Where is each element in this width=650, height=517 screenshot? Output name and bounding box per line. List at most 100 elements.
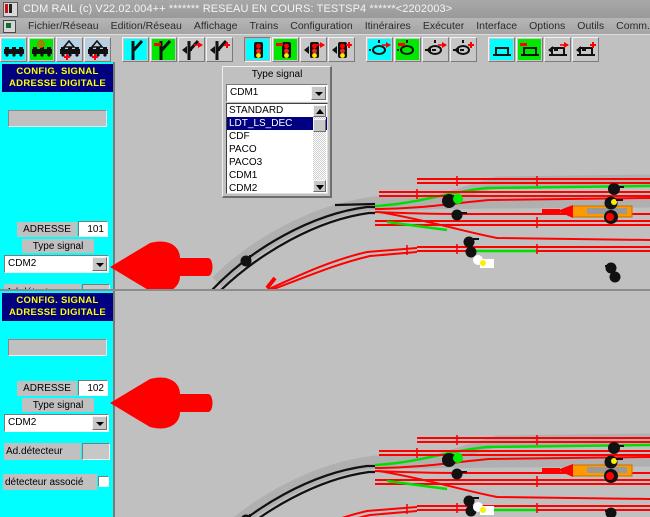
type-signal-option[interactable]: STANDARD [227, 104, 327, 117]
button-face [424, 38, 447, 60]
signal-name-field-1[interactable] [8, 110, 107, 127]
menu-item-comm-ip[interactable]: Comm./IP [610, 19, 650, 33]
type-signal-dropdown-popup[interactable]: Type signal CDM1 STANDARD LDT_LS_DEC CDF PA… [222, 66, 332, 198]
detector-move2-icon[interactable] [450, 36, 477, 62]
train-detect-add-icon[interactable] [84, 36, 111, 62]
track-diagram-1 [211, 174, 650, 290]
menu-bar: Fichier/Réseau Edition/Réseau Affichage … [0, 18, 650, 34]
chevron-down-icon[interactable] [311, 86, 326, 100]
type-signal-option[interactable]: PACO3 [227, 156, 327, 169]
separator-1 [112, 37, 121, 62]
platform-move2-icon[interactable] [572, 36, 599, 62]
type-signal-popup-combo[interactable]: CDM1 [226, 84, 328, 102]
button-face [302, 38, 325, 60]
menu-item-trains[interactable]: Trains [243, 19, 284, 33]
button-face [208, 38, 231, 60]
sidebar-title-2: CONFIG. SIGNAL ADRESSE DIGITALE [2, 293, 113, 321]
scroll-up-arrow[interactable] [313, 105, 326, 117]
separator-2 [234, 37, 243, 62]
type-signal-combo-1[interactable]: CDM2 [4, 255, 109, 273]
detector-edit-icon[interactable] [394, 36, 421, 62]
detector-address-field-2[interactable] [82, 443, 110, 460]
switch-edit-icon[interactable] [150, 36, 177, 62]
train-edit-icon[interactable] [28, 36, 55, 62]
type-signal-combo-value-2: CDM2 [8, 417, 37, 428]
button-face [180, 38, 203, 60]
signal-move-icon[interactable] [300, 36, 327, 62]
platform-place-icon[interactable] [488, 36, 515, 62]
separator-4 [478, 37, 487, 62]
type-signal-popup-value: CDM1 [230, 87, 259, 98]
title-bar: CDM RAIL (c) V22.02.004++ ******* RESEAU… [0, 0, 650, 18]
menu-item-fichier-reseau[interactable]: Fichier/Réseau [22, 19, 105, 33]
sidebar-title-line1: CONFIG. SIGNAL [16, 66, 99, 77]
track-canvas-1[interactable] [117, 62, 650, 290]
type-signal-combo-value-1: CDM2 [8, 258, 37, 269]
type-signal-option[interactable]: CDM2 [227, 182, 327, 193]
platform-move-icon[interactable] [544, 36, 571, 62]
type-signal-list-scrollbar[interactable] [313, 105, 326, 192]
switch-move-icon[interactable] [178, 36, 205, 62]
network-panel-2: CONFIG. SIGNAL ADRESSE DIGITALE ADRESSE … [0, 291, 650, 517]
menu-item-affichage[interactable]: Affichage [188, 19, 244, 33]
type-signal-popup-caption: Type signal [251, 69, 303, 80]
menu-app-icon [3, 19, 16, 33]
scrollbar-thumb[interactable] [313, 119, 326, 132]
scroll-down-arrow[interactable] [313, 180, 326, 192]
track-canvas-2[interactable] [117, 291, 650, 517]
button-face [274, 38, 297, 60]
menu-item-configuration[interactable]: Configuration [284, 19, 358, 33]
associated-detector-label-2: détecteur associé [3, 474, 97, 490]
train-place-icon[interactable] [0, 36, 27, 62]
address-field-2[interactable]: 102 [78, 380, 108, 396]
signal-name-field-2[interactable] [8, 339, 107, 356]
type-signal-option[interactable]: PACO [227, 143, 327, 156]
menu-item-edition-reseau[interactable]: Edition/Réseau [105, 19, 188, 33]
detector-move-icon[interactable] [422, 36, 449, 62]
address-label-2: ADRESSE [17, 381, 77, 396]
signal-move2-icon[interactable] [328, 36, 355, 62]
chevron-down-icon[interactable] [92, 257, 107, 271]
app-icon [3, 1, 18, 17]
address-field-1[interactable]: 101 [78, 221, 108, 237]
button-face [452, 38, 475, 60]
associated-detector-checkbox-2[interactable] [98, 476, 109, 487]
sidebar-title-line2: ADRESSE DIGITALE [9, 307, 106, 318]
address-label-1: ADRESSE [17, 222, 77, 237]
type-signal-option[interactable]: CDM1 [227, 169, 327, 182]
sidebar-title-line1: CONFIG. SIGNAL [16, 295, 99, 306]
separator-3 [356, 37, 365, 62]
type-signal-label-1: Type signal [22, 239, 94, 253]
button-face [574, 38, 597, 60]
menu-item-interface[interactable]: Interface [470, 19, 523, 33]
button-face [368, 38, 391, 60]
button-face [152, 38, 175, 60]
type-signal-option[interactable]: CDF [227, 130, 327, 143]
signal-config-sidebar-2: CONFIG. SIGNAL ADRESSE DIGITALE ADRESSE … [0, 291, 115, 517]
type-signal-label-2: Type signal [22, 398, 94, 412]
sidebar-title-line2: ADRESSE DIGITALE [9, 78, 106, 89]
button-face [396, 38, 419, 60]
signal-place-icon[interactable] [244, 36, 271, 62]
menu-item-options[interactable]: Options [523, 19, 571, 33]
type-signal-option[interactable]: LDT_LS_DEC [227, 117, 327, 130]
button-face [86, 38, 109, 60]
switch-move2-icon[interactable] [206, 36, 233, 62]
button-face [330, 38, 353, 60]
type-signal-combo-2[interactable]: CDM2 [4, 414, 109, 432]
menu-item-outils[interactable]: Outils [571, 19, 610, 33]
button-face [2, 38, 25, 60]
menu-item-executer[interactable]: Exécuter [417, 19, 470, 33]
switch-place-icon[interactable] [122, 36, 149, 62]
button-face [58, 38, 81, 60]
chevron-down-icon[interactable] [92, 416, 107, 430]
sidebar-title-1: CONFIG. SIGNAL ADRESSE DIGITALE [2, 64, 113, 92]
detector-place-icon[interactable] [366, 36, 393, 62]
track-diagram-2 [234, 433, 650, 517]
platform-edit-icon[interactable] [516, 36, 543, 62]
signal-edit-icon[interactable] [272, 36, 299, 62]
window-title: CDM RAIL (c) V22.02.004++ ******* RESEAU… [23, 3, 453, 15]
menu-item-itineraires[interactable]: Itinéraires [359, 19, 417, 33]
type-signal-option-list[interactable]: STANDARD LDT_LS_DEC CDF PACO PACO3 CDM1 CDM2 [226, 103, 328, 194]
train-detect-icon[interactable] [56, 36, 83, 62]
